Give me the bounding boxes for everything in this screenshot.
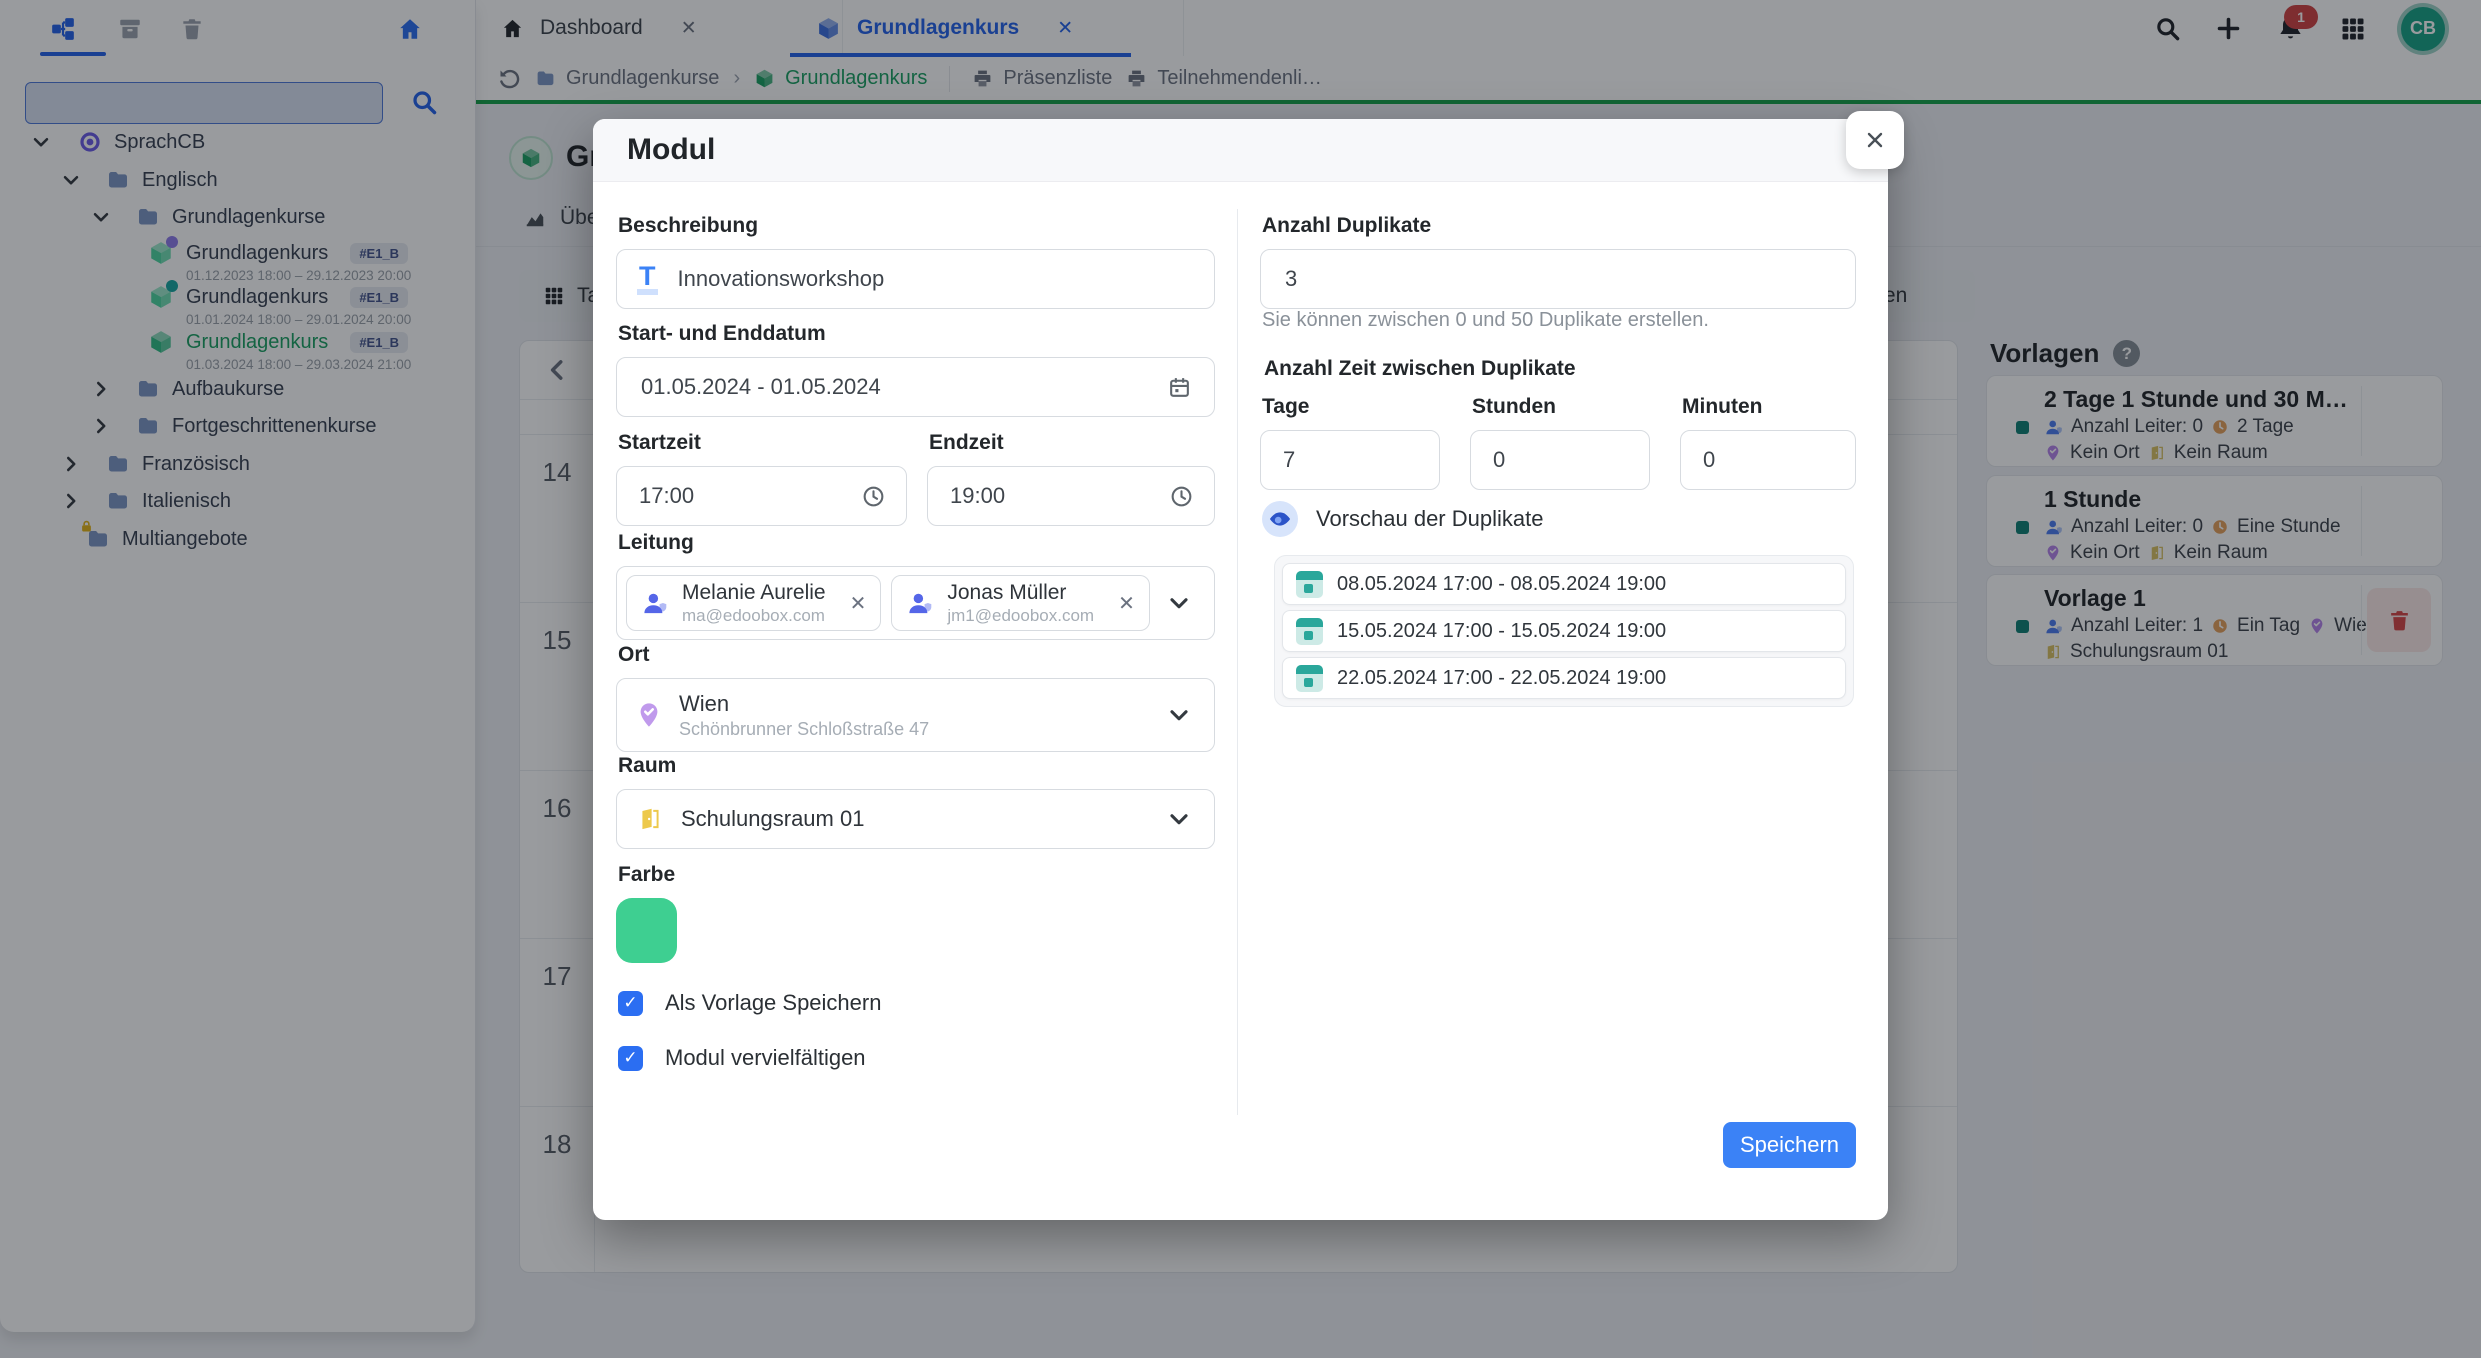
chevron-down-icon[interactable] xyxy=(1166,702,1192,728)
text-icon: T xyxy=(637,263,658,295)
field-ort: Ort Wien Schönbrunner Schloßstraße 47 xyxy=(616,641,1215,752)
duplikat-eintrag[interactable]: 08.05.2024 17:00 - 08.05.2024 19:00 xyxy=(1282,563,1846,605)
ort-adresse: Schönbrunner Schloßstraße 47 xyxy=(679,718,929,740)
field-datum: Start- und Enddatum xyxy=(616,320,1215,417)
stunden-input[interactable] xyxy=(1491,446,1629,474)
person-email: jm1@edoobox.com xyxy=(947,606,1094,626)
leitung-select[interactable]: Melanie Aurelie ma@edoobox.com ✕ Jonas M… xyxy=(616,566,1215,640)
field-farbe: Farbe xyxy=(616,861,677,963)
duplikat-eintrag[interactable]: 22.05.2024 17:00 - 22.05.2024 19:00 xyxy=(1282,657,1846,699)
field-tage: Tage xyxy=(1260,393,1440,490)
calendar-icon xyxy=(1296,665,1323,692)
clock-icon[interactable] xyxy=(861,484,886,509)
chevron-down-icon[interactable] xyxy=(1166,590,1192,616)
startzeit-input[interactable] xyxy=(637,482,851,510)
vorschau-toggle[interactable]: Vorschau der Duplikate xyxy=(1262,501,1543,537)
ort-name: Wien xyxy=(679,690,929,718)
checkbox-checked-icon: ✓ xyxy=(618,1046,643,1071)
person-name: Jonas Müller xyxy=(947,580,1094,606)
checkbox-vervielfaeltigen[interactable]: ✓ Modul vervielfältigen xyxy=(618,1045,866,1071)
eye-icon xyxy=(1262,501,1298,537)
leitung-chip: Jonas Müller jm1@edoobox.com ✕ xyxy=(891,575,1149,631)
leitung-chip: Melanie Aurelie ma@edoobox.com ✕ xyxy=(626,575,881,631)
calendar-icon[interactable] xyxy=(1167,375,1192,400)
beschreibung-input[interactable] xyxy=(676,265,1195,293)
remove-person-icon[interactable]: ✕ xyxy=(1118,591,1135,616)
dialog-title: Modul xyxy=(593,119,1888,182)
tage-input[interactable] xyxy=(1281,446,1419,474)
zeit-zwischen-duplikate-label: Anzahl Zeit zwischen Duplikate xyxy=(1264,355,1576,383)
field-anzahl-duplikate: Anzahl Duplikate xyxy=(1260,212,1856,309)
pin-icon xyxy=(635,701,663,729)
calendar-icon xyxy=(1296,571,1323,598)
person-email: ma@edoobox.com xyxy=(682,606,826,626)
duplikat-eintrag[interactable]: 15.05.2024 17:00 - 15.05.2024 19:00 xyxy=(1282,610,1846,652)
person-shield-icon xyxy=(641,590,668,617)
datum-input[interactable] xyxy=(639,373,1153,401)
door-icon xyxy=(637,806,663,832)
chevron-down-icon[interactable] xyxy=(1166,806,1192,832)
ort-select[interactable]: Wien Schönbrunner Schloßstraße 47 xyxy=(616,678,1215,752)
close-icon xyxy=(1863,128,1887,152)
remove-person-icon[interactable]: ✕ xyxy=(850,591,867,616)
field-minuten: Minuten xyxy=(1680,393,1856,490)
clock-icon[interactable] xyxy=(1169,484,1194,509)
duplikate-vorschau-liste: 08.05.2024 17:00 - 08.05.2024 19:00 15.0… xyxy=(1274,555,1854,707)
column-divider xyxy=(1237,209,1238,1115)
field-beschreibung: Beschreibung T xyxy=(616,212,1215,309)
raum-name: Schulungsraum 01 xyxy=(681,806,864,832)
checkbox-checked-icon: ✓ xyxy=(618,991,643,1016)
raum-select[interactable]: Schulungsraum 01 xyxy=(616,789,1215,849)
app-root: Dashboard ✕ Grundlagenkurs ✕ 1 CB Grundl… xyxy=(0,0,2481,1358)
field-startzeit: Startzeit xyxy=(616,429,907,526)
person-shield-icon xyxy=(906,590,933,617)
field-stunden: Stunden xyxy=(1470,393,1650,490)
speichern-button[interactable]: Speichern xyxy=(1723,1122,1856,1168)
person-name: Melanie Aurelie xyxy=(682,580,826,606)
duplikate-helper-text: Sie können zwischen 0 und 50 Duplikate e… xyxy=(1262,309,1709,332)
minuten-input[interactable] xyxy=(1701,446,1835,474)
endzeit-input[interactable] xyxy=(948,482,1159,510)
modul-dialog: Modul Beschreibung T Start- und Enddatum… xyxy=(593,119,1888,1220)
anzahl-duplikate-input[interactable] xyxy=(1283,265,1833,293)
checkbox-als-vorlage[interactable]: ✓ Als Vorlage Speichern xyxy=(618,990,881,1016)
farbe-swatch[interactable] xyxy=(616,898,677,963)
field-endzeit: Endzeit xyxy=(927,429,1215,526)
calendar-icon xyxy=(1296,618,1323,645)
field-leitung: Leitung Melanie Aurelie ma@edoobox.com ✕… xyxy=(616,529,1215,640)
close-dialog-button[interactable] xyxy=(1846,111,1904,169)
field-raum: Raum Schulungsraum 01 xyxy=(616,752,1215,849)
